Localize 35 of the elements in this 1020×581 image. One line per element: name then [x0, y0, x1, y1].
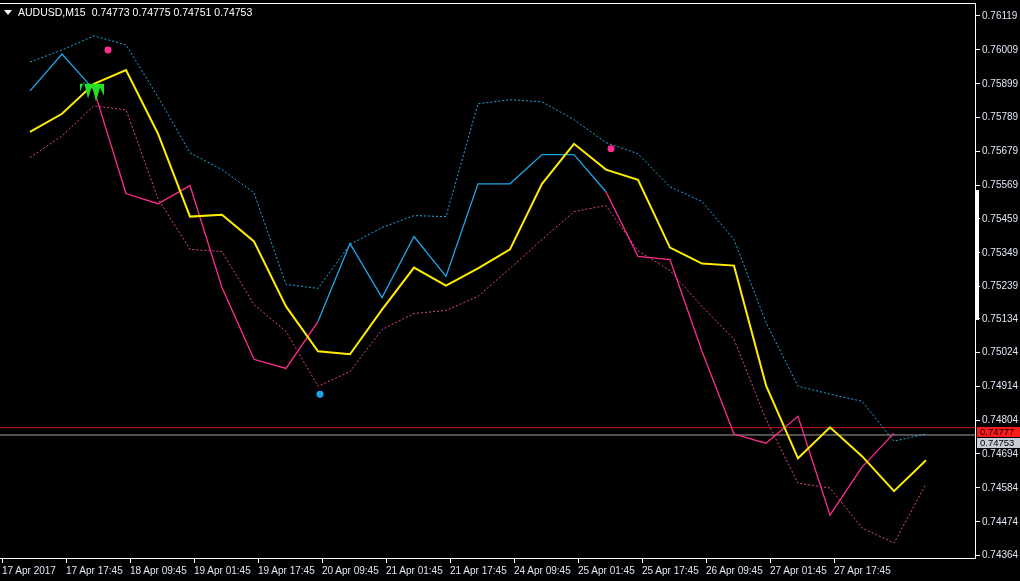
time-label: 21 Apr 17:45 — [450, 564, 507, 578]
price-level-label: 0.74777 — [977, 427, 1020, 438]
price-label: 0.75569 — [982, 179, 1019, 191]
price-label: 0.74364 — [982, 549, 1019, 562]
time-label: 27 Apr 01:45 — [770, 564, 827, 578]
time-label: 18 Apr 09:45 — [130, 564, 187, 578]
time-label: 19 Apr 17:45 — [258, 564, 315, 578]
time-label: 27 Apr 17:45 — [834, 564, 891, 578]
price-label: 0.76119 — [982, 10, 1018, 22]
price-label: 0.75349 — [982, 246, 1019, 259]
price-label: 0.75679 — [982, 145, 1019, 158]
price-label: 0.74584 — [982, 481, 1019, 494]
time-label: 20 Apr 09:45 — [322, 564, 379, 578]
price-level-label: 0.74753 — [977, 437, 1020, 448]
time-label: 17 Apr 2017 — [2, 564, 56, 578]
time-label: 24 Apr 09:45 — [514, 564, 571, 578]
price-label: 0.74694 — [982, 447, 1019, 460]
price-label: 0.75239 — [982, 280, 1019, 293]
price-label: 0.76009 — [982, 43, 1019, 56]
time-label: 19 Apr 01:45 — [194, 564, 251, 578]
time-label: 26 Apr 09:45 — [706, 564, 763, 578]
quote-values: 0.74773 0.74775 0.74751 0.74753 — [91, 5, 253, 20]
time-label: 17 Apr 17:45 — [66, 564, 123, 578]
price-label: 0.75134 — [982, 312, 1019, 325]
price-label: 0.75789 — [982, 111, 1019, 124]
time-label: 25 Apr 01:45 — [578, 564, 635, 578]
price-label: 0.74474 — [982, 515, 1019, 528]
time-label: 25 Apr 17:45 — [642, 564, 699, 578]
price-label: 0.75899 — [982, 77, 1019, 90]
symbol-label: AUDUSD,M15 — [18, 5, 86, 20]
price-label: 0.74804 — [982, 414, 1019, 427]
time-label: 21 Apr 01:45 — [386, 564, 443, 578]
price-label: 0.75459 — [982, 212, 1019, 225]
price-label: 0.74914 — [982, 380, 1019, 393]
price-label: 0.75024 — [982, 346, 1019, 359]
